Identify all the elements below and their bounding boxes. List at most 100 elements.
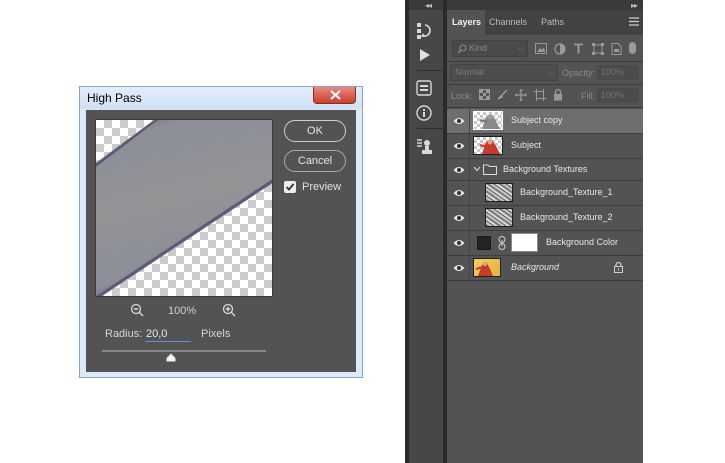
lock-pixels-icon[interactable] [497,89,508,100]
eye-divider [469,109,470,133]
info-icon[interactable] [416,105,432,121]
visibility-eye-icon[interactable] [453,117,465,125]
pixel-filter-icon[interactable] [535,43,547,54]
lock-all-icon[interactable] [553,89,563,101]
background-thumbnail-icon [475,261,493,276]
cancel-button[interactable]: Cancel [284,150,346,172]
zoom-in-icon[interactable] [222,303,236,317]
zoom-out-icon[interactable] [130,303,144,317]
opacity-label: Opacity: [562,68,596,78]
dialog-title-bar[interactable]: High Pass [80,87,362,109]
layer-name: Background_Texture_2 [520,212,613,222]
blend-mode-select[interactable]: Normal ⌵ [450,64,558,81]
layer-row[interactable]: Subject copy [447,109,643,134]
layer-mask-thumbnail[interactable] [511,233,538,252]
fill-field[interactable]: 100% [597,88,639,103]
layer-name: Background [511,262,560,272]
lock-icon [614,262,623,273]
preview-image [96,120,272,296]
link-icon[interactable] [498,236,506,250]
layer-name: Subject [511,140,542,150]
dialog-title: High Pass [87,91,142,105]
layer-thumbnail [473,111,503,130]
preview-label: Preview [302,181,342,193]
layer-name: Background Color [546,237,619,247]
chevron-down-icon[interactable] [473,166,481,172]
eye-divider [469,256,470,280]
adjustment-filter-icon[interactable] [554,43,566,55]
layer-thumbnail [473,136,503,155]
layer-group-row[interactable]: Background Textures [447,159,643,181]
layer-name: Background_Texture_1 [520,187,613,197]
expand-arrows-icon[interactable]: ▸▸ [631,1,638,10]
layer-row[interactable]: Background Color [447,231,643,256]
preview-checkbox[interactable] [284,181,296,193]
tab-channels[interactable]: Channels [489,10,533,35]
fill-color-swatch[interactable] [477,236,491,250]
play-action-icon[interactable] [419,48,431,62]
canvas-area [643,0,725,463]
layers-panel: ▸▸ Layers Channels Paths Kind ⌵ Normal ⌵… [447,0,643,463]
blend-mode-value: Normal [455,67,485,77]
radius-slider-thumb[interactable] [166,353,176,362]
filter-kind-select[interactable]: Kind ⌵ [452,40,528,57]
visibility-eye-icon[interactable] [453,239,465,247]
visibility-eye-icon[interactable] [453,189,465,197]
subject-thumbnail-icon [479,139,500,154]
radius-label: Radius: [105,328,143,340]
smart-object-filter-icon[interactable] [611,43,622,55]
layer-thumbnail [485,208,513,227]
lock-row: Lock: Fill: 100% [447,86,643,106]
layer-row[interactable]: Background [447,256,643,281]
close-button[interactable] [313,87,356,104]
chevron-down-icon: ⌵ [517,44,524,53]
fill-label: Fill: [581,91,595,101]
layer-name: Subject copy [511,115,563,125]
zoom-percent: 100% [168,305,197,317]
filter-toggle-icon[interactable] [629,42,636,54]
layer-filter-row: Kind ⌵ [447,38,643,60]
strip-separator [417,128,443,129]
visibility-eye-icon[interactable] [453,166,465,174]
shape-filter-icon[interactable] [592,43,604,55]
tab-paths[interactable]: Paths [541,10,571,35]
unit-label: Pixels [201,328,231,340]
clone-source-icon[interactable] [416,138,432,156]
radius-slider-track[interactable] [102,350,266,352]
visibility-eye-icon[interactable] [453,214,465,222]
search-icon [457,44,467,54]
blend-row: Normal ⌵ Opacity: 100% [447,63,643,83]
tab-layers[interactable]: Layers [447,10,485,35]
lock-label: Lock: [451,91,473,101]
panel-menu-icon[interactable] [629,17,639,26]
panel-tabs: Layers Channels Paths [447,10,643,35]
opacity-field[interactable]: 100% [597,65,639,80]
photoshop-panels: ◂◂ ▸▸ Layers Channels Paths Kind ⌵ Norma… [405,0,725,463]
layer-comps-icon[interactable] [416,80,432,96]
collapse-arrows-icon[interactable]: ◂◂ [425,1,432,10]
high-pass-dialog: High Pass 100% Radius: 20,0 Pixels OK Ca… [79,86,363,378]
type-filter-icon[interactable] [573,43,584,54]
layer-row[interactable]: Background_Texture_1 [447,181,643,206]
lock-transparent-icon[interactable] [479,89,490,100]
lock-position-icon[interactable] [515,89,527,101]
strip-separator [417,70,443,71]
visibility-eye-icon[interactable] [453,264,465,272]
filter-preview[interactable] [95,119,273,297]
history-brush-icon[interactable] [416,22,432,40]
visibility-eye-icon[interactable] [453,142,465,150]
separator [447,61,643,62]
layer-row[interactable]: Background_Texture_2 [447,206,643,231]
eye-divider [469,181,470,205]
folder-icon [483,164,497,175]
close-icon [330,90,341,100]
ok-button[interactable]: OK [284,120,346,142]
radius-input[interactable] [145,326,191,342]
separator [447,84,643,85]
lock-artboard-icon[interactable] [534,89,546,101]
checkmark-icon [285,183,295,191]
layer-row[interactable]: Subject [447,134,643,159]
dialog-body: 100% Radius: Pixels OK Cancel Preview [86,110,356,372]
panel-header: ▸▸ [447,0,643,10]
eye-divider [469,134,470,158]
